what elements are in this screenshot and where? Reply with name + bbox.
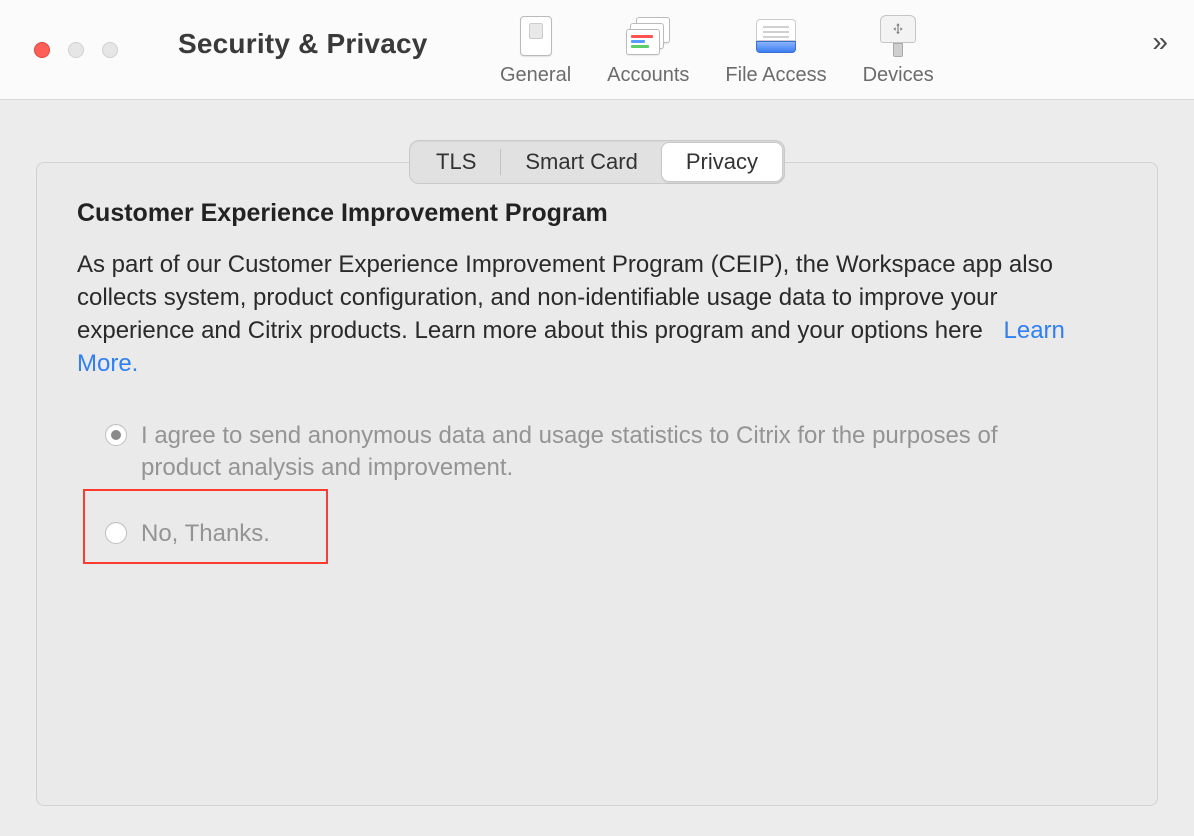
radio-button-icon [105, 522, 127, 544]
radio-label: No, Thanks. [141, 518, 270, 550]
toolbar-item-accounts[interactable]: Accounts [607, 14, 689, 87]
file-access-icon [754, 14, 798, 58]
section-description: As part of our Customer Experience Impro… [77, 248, 1117, 380]
toolbar-item-general[interactable]: General [500, 14, 571, 87]
content-area: TLS Smart Card Privacy Customer Experien… [0, 100, 1194, 836]
description-text: As part of our Customer Experience Impro… [77, 251, 1053, 344]
window-minimize-button[interactable] [68, 42, 84, 58]
sub-tab-bar: TLS Smart Card Privacy [409, 140, 785, 184]
window-title: Security & Privacy [178, 28, 428, 60]
toolbar-item-file-access[interactable]: File Access [725, 14, 826, 87]
radio-option-decline[interactable]: No, Thanks. [105, 518, 1117, 550]
window-controls [34, 42, 118, 58]
toolbar-item-label: Accounts [607, 64, 689, 87]
section-heading: Customer Experience Improvement Program [77, 199, 1117, 228]
title-toolbar: Security & Privacy General Ac [0, 0, 1194, 100]
ceip-radio-group: I agree to send anonymous data and usage… [77, 420, 1117, 550]
toolbar-item-label: File Access [725, 64, 826, 87]
toolbar-item-devices[interactable]: Devices [863, 14, 934, 87]
radio-label: I agree to send anonymous data and usage… [141, 420, 1041, 484]
privacy-panel: Customer Experience Improvement Program … [36, 162, 1158, 806]
tab-tls[interactable]: TLS [412, 143, 500, 181]
toolbar-tabs: General Accounts [500, 14, 934, 87]
tab-privacy[interactable]: Privacy [661, 142, 783, 182]
devices-icon [876, 14, 920, 58]
window-close-button[interactable] [34, 42, 50, 58]
accounts-icon [626, 14, 670, 58]
radio-button-icon [105, 424, 127, 446]
usb-icon [891, 22, 905, 36]
radio-option-agree[interactable]: I agree to send anonymous data and usage… [105, 420, 1117, 484]
tab-smart-card[interactable]: Smart Card [501, 143, 661, 181]
toolbar-overflow-button[interactable]: » [1152, 26, 1168, 58]
general-icon [514, 14, 558, 58]
toolbar-item-label: General [500, 64, 571, 87]
toolbar-item-label: Devices [863, 64, 934, 87]
window-zoom-button[interactable] [102, 42, 118, 58]
